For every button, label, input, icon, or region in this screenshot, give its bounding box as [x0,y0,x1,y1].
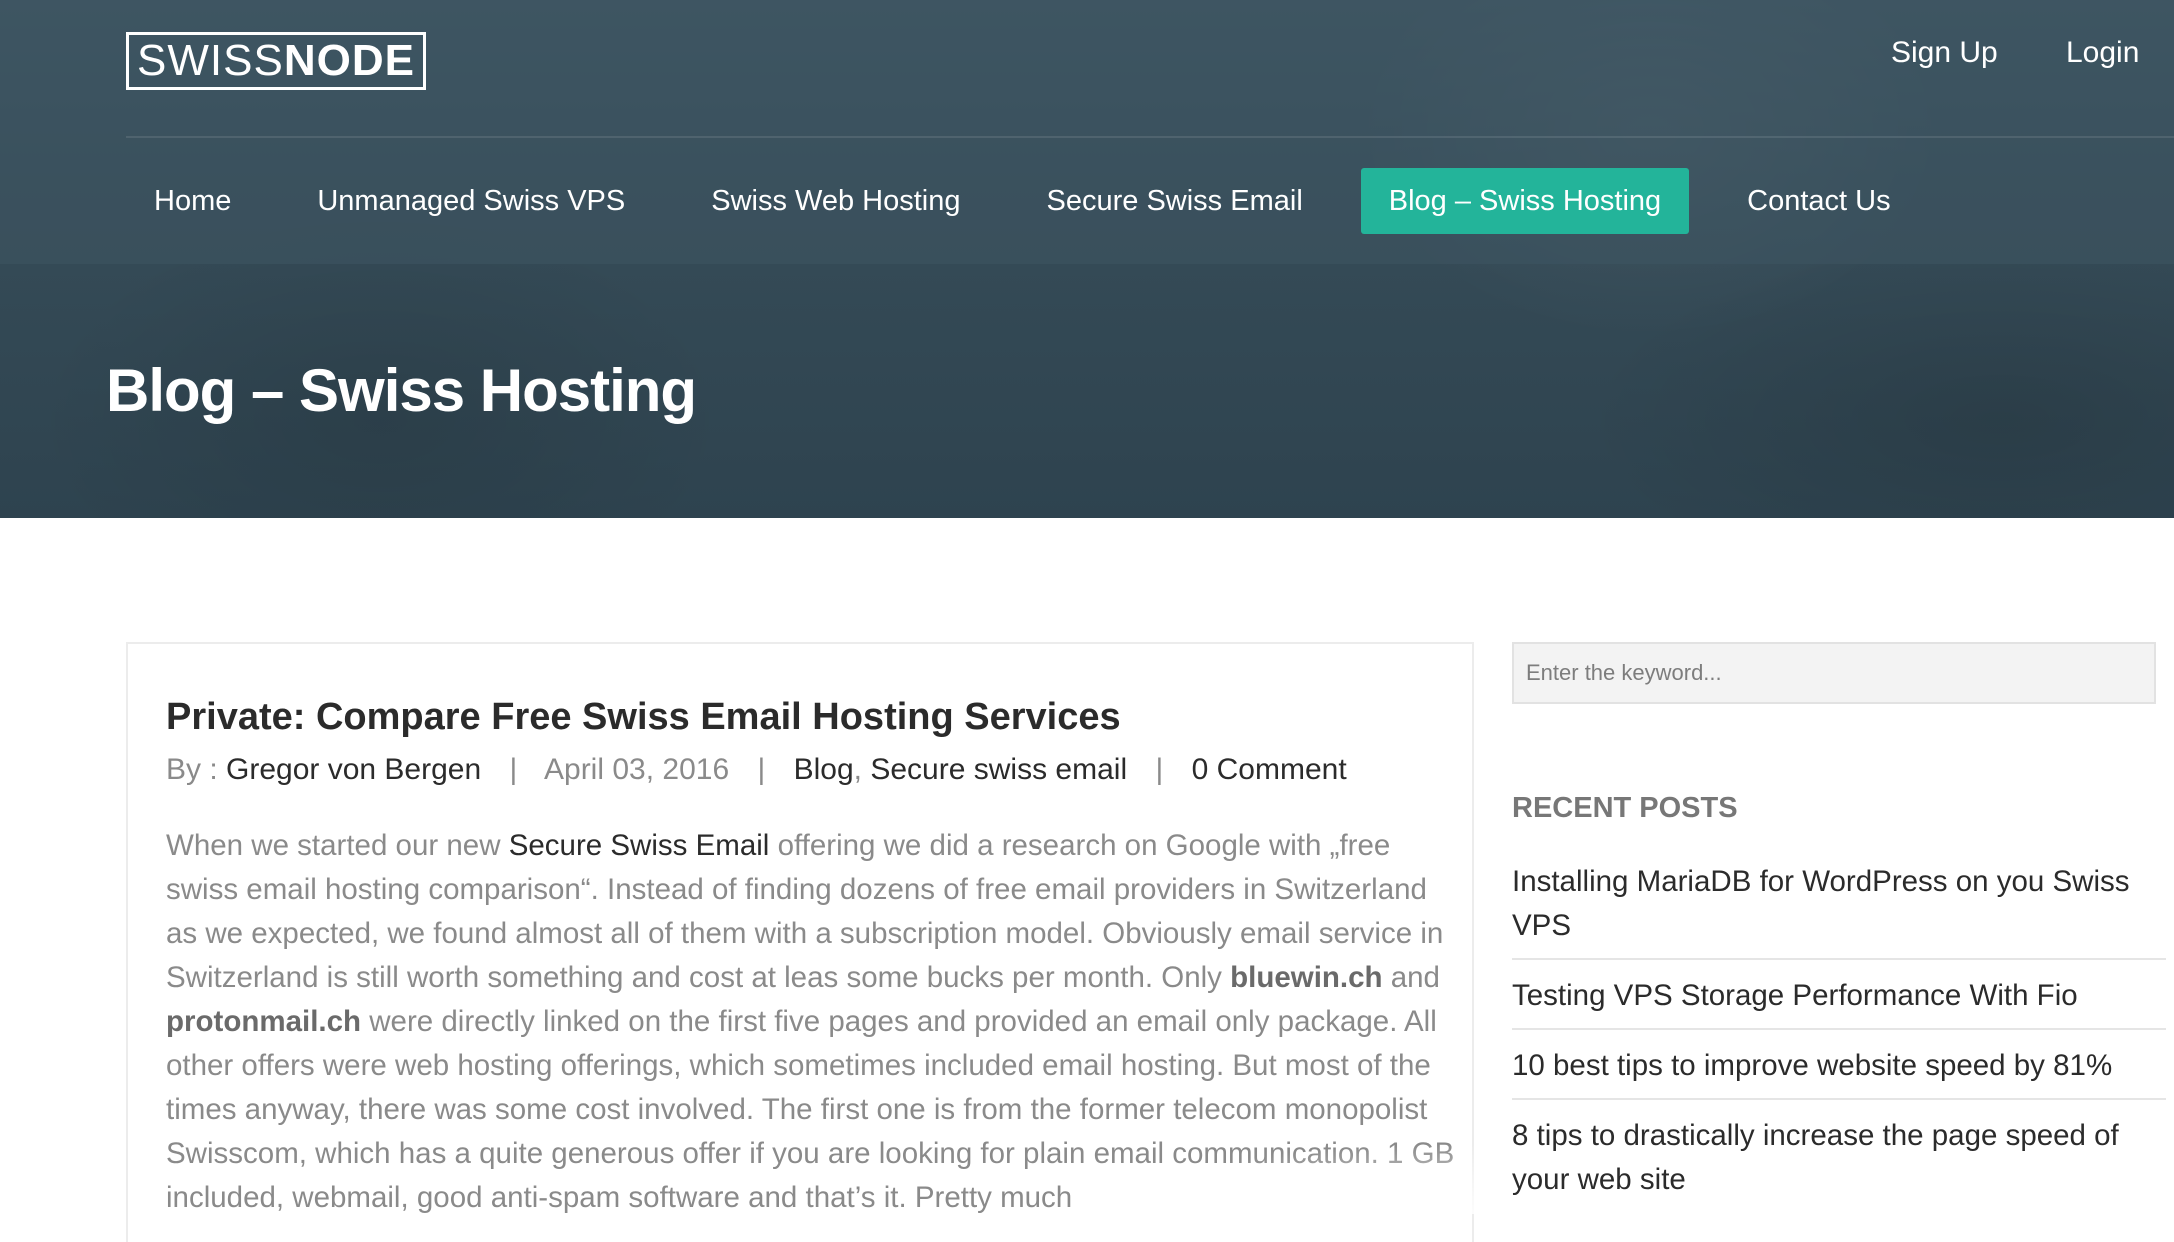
meta-date: April 03, 2016 [544,753,730,786]
meta-by-label: By : [166,753,227,786]
menu-item-blog[interactable]: Blog – Swiss Hosting [1360,168,1690,234]
post-excerpt: When we started our new Secure Swiss Ema… [166,824,1456,1220]
menu-item-web-hosting[interactable]: Swiss Web Hosting [683,168,988,234]
secure-swiss-email-link[interactable]: Secure Swiss Email [509,829,770,862]
signup-link[interactable]: Sign Up [1891,36,1998,70]
header-divider [126,136,2174,138]
body-bold-bluewin: bluewin.ch [1230,961,1383,994]
menu-item-secure-email[interactable]: Secure Swiss Email [1019,168,1331,234]
recent-post-link[interactable]: 10 best tips to improve website speed by… [1512,1044,2166,1100]
meta-category-comma: , [853,753,863,786]
logo-text-swiss: SWISS [137,36,284,85]
meta-category-secure-email[interactable]: Secure swiss email [870,753,1127,786]
recent-post-link[interactable]: Testing VPS Storage Performance With Fio [1512,974,2166,1030]
recent-post-link[interactable]: 8 tips to drastically increase the page … [1512,1114,2166,1212]
meta-separator: | [509,753,518,786]
body-text: When we started our new [166,829,509,862]
meta-comments-link[interactable]: 0 Comment [1192,753,1347,786]
body-bold-protonmail: protonmail.ch [166,1005,362,1038]
login-link[interactable]: Login [2066,36,2139,70]
post-meta: By : Gregor von Bergen | April 03, 2016 … [166,753,1347,787]
page-title: Blog – Swiss Hosting [106,357,697,424]
meta-author-link[interactable]: Gregor von Bergen [226,753,481,786]
meta-separator: | [1155,753,1164,786]
menu-item-unmanaged-vps[interactable]: Unmanaged Swiss VPS [289,168,653,234]
recent-post-link[interactable]: Installing MariaDB for WordPress on you … [1512,860,2166,960]
recent-posts-list: Installing MariaDB for WordPress on you … [1512,860,2166,1226]
search-input[interactable] [1512,642,2156,704]
site-logo[interactable]: SWISS NODE [126,32,426,90]
main-menu: Home Unmanaged Swiss VPS Swiss Web Hosti… [126,168,1949,234]
meta-separator: | [757,753,766,786]
post-title[interactable]: Private: Compare Free Swiss Email Hostin… [166,696,1121,739]
meta-category-blog[interactable]: Blog [794,753,854,786]
body-text: and [1382,961,1440,994]
recent-posts-heading: RECENT POSTS [1512,792,1738,824]
blog-post: Private: Compare Free Swiss Email Hostin… [126,642,1474,1242]
menu-item-contact[interactable]: Contact Us [1719,168,1918,234]
menu-item-home[interactable]: Home [126,168,259,234]
logo-text-node: NODE [283,36,415,85]
hero-banner: SWISS NODE Sign Up Login Home Unmanaged S… [0,0,2174,518]
